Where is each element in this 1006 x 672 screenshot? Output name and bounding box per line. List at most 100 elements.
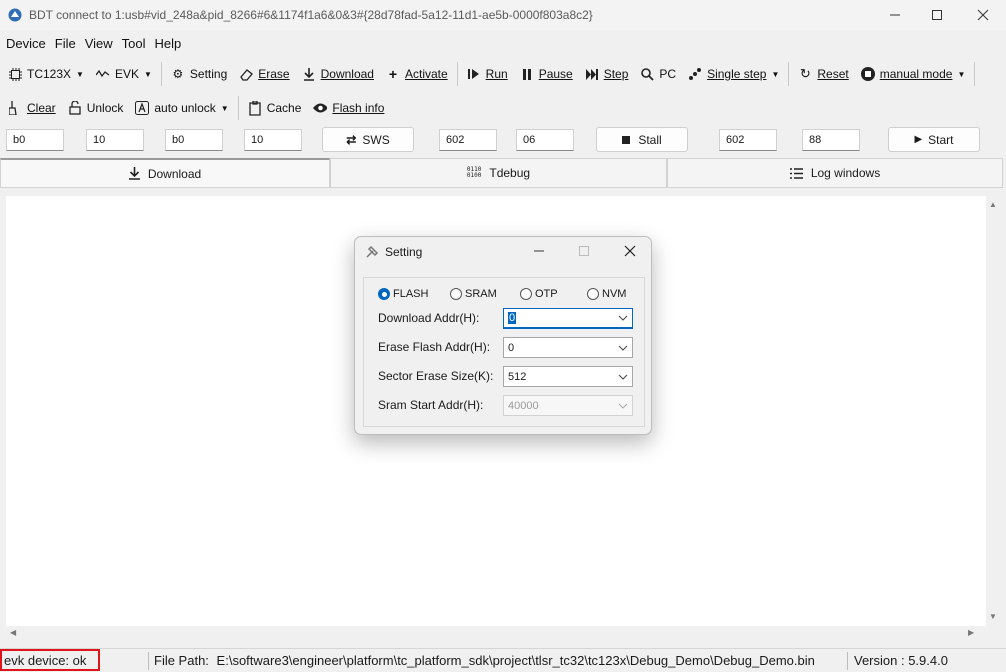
list-icon xyxy=(789,167,803,179)
param-field-4[interactable]: 10 xyxy=(244,129,302,151)
minimize-button[interactable] xyxy=(872,0,918,30)
tab-log-windows-label: Log windows xyxy=(810,166,881,180)
app-icon xyxy=(8,8,22,22)
chip-select[interactable]: TC123X ▼ xyxy=(2,61,90,87)
sector-size-label: Sector Erase Size(K): xyxy=(378,369,494,383)
title-bar: BDT connect to 1:usb#vid_248a&pid_8266#6… xyxy=(0,0,1006,30)
chip-label: TC123X xyxy=(27,67,72,81)
dialog-minimize-button[interactable] xyxy=(533,245,545,260)
erase-addr-combo[interactable]: 0 xyxy=(503,337,633,358)
activate-button[interactable]: + Activate xyxy=(380,61,454,87)
setting-button[interactable]: ⚙ Setting xyxy=(165,61,233,87)
sram-start-label: Sram Start Addr(H): xyxy=(378,398,484,412)
run-button[interactable]: Run xyxy=(461,61,514,87)
sector-size-value: 512 xyxy=(508,370,527,383)
sws-button[interactable]: ⇄ SWS xyxy=(322,127,414,152)
step-button[interactable]: Step xyxy=(579,61,635,87)
main-toolbar: TC123X ▼ EVK ▼ ⚙ Setting Erase Download + … xyxy=(0,60,1006,88)
secondary-toolbar: Clear Unlock auto unlock ▼ Cache Flash in… xyxy=(0,94,1006,122)
param-field-8[interactable]: 88 xyxy=(802,129,860,151)
download-button[interactable]: Download xyxy=(296,61,380,87)
unlock-icon xyxy=(68,101,82,115)
cache-label: Cache xyxy=(266,101,302,115)
download-icon xyxy=(128,167,140,180)
menu-device[interactable]: Device xyxy=(6,36,46,51)
download-addr-combo[interactable]: 0 xyxy=(503,308,633,329)
gear-icon: ⚙ xyxy=(172,67,184,81)
menu-view[interactable]: View xyxy=(85,36,113,51)
chevron-down-icon: ▼ xyxy=(771,69,780,79)
horizontal-scrollbar[interactable]: ◀ ▶ xyxy=(6,626,986,640)
clear-button[interactable]: Clear xyxy=(2,95,62,121)
maximize-button[interactable] xyxy=(914,0,960,30)
download-icon xyxy=(302,67,316,81)
close-icon xyxy=(977,9,989,21)
auto-unlock-icon xyxy=(135,101,150,115)
status-divider xyxy=(148,652,149,670)
single-step-select[interactable]: Single step ▼ xyxy=(682,61,785,87)
menu-tool[interactable]: Tool xyxy=(122,36,146,51)
menu-help[interactable]: Help xyxy=(155,36,182,51)
param-field-1[interactable]: b0 xyxy=(6,129,64,151)
cache-button[interactable]: Cache xyxy=(242,95,308,121)
auto-unlock-select[interactable]: auto unlock ▼ xyxy=(129,95,234,121)
toolbar-divider xyxy=(160,62,162,86)
tab-tdebug[interactable]: 0110 0100 Tdebug xyxy=(330,158,667,188)
scroll-down-icon: ▼ xyxy=(989,612,997,621)
sync-icon: ⇄ xyxy=(346,132,357,147)
activate-label: Activate xyxy=(404,67,448,81)
pause-button[interactable]: Pause xyxy=(514,61,579,87)
chevron-down-icon xyxy=(618,374,628,380)
start-button[interactable]: ▶ Start xyxy=(888,127,980,152)
run-label: Run xyxy=(485,67,508,81)
radio-indicator xyxy=(378,288,390,300)
radio-sram-label: SRAM xyxy=(465,288,497,300)
run-icon xyxy=(467,67,481,81)
chevron-down-icon: ▼ xyxy=(957,69,966,79)
radio-nvm[interactable]: NVM xyxy=(587,288,626,300)
dialog-body: FLASH SRAM OTP NVM Download Addr(H): 0 E… xyxy=(363,277,645,427)
param-field-6[interactable]: 06 xyxy=(516,129,574,151)
sector-size-combo[interactable]: 512 xyxy=(503,366,633,387)
param-field-3[interactable]: b0 xyxy=(165,129,223,151)
flash-info-button[interactable]: Flash info xyxy=(307,95,390,121)
board-select[interactable]: EVK ▼ xyxy=(90,61,158,87)
dialog-title-bar: Setting xyxy=(355,237,651,267)
settings-icon xyxy=(366,245,379,258)
vertical-scrollbar[interactable]: ▲ ▼ xyxy=(986,196,1000,626)
reset-button[interactable]: ↻ Reset xyxy=(792,61,854,87)
sws-label: SWS xyxy=(362,132,390,147)
stall-label: Stall xyxy=(638,132,662,147)
download-addr-label: Download Addr(H): xyxy=(378,311,480,325)
radio-flash[interactable]: FLASH xyxy=(378,288,428,300)
chevron-down-icon xyxy=(618,315,628,321)
radio-otp[interactable]: OTP xyxy=(520,288,558,300)
flash-info-label: Flash info xyxy=(332,101,385,115)
unlock-button[interactable]: Unlock xyxy=(62,95,130,121)
param-field-2[interactable]: 10 xyxy=(86,129,144,151)
dialog-maximize-button xyxy=(578,245,590,260)
pc-label: PC xyxy=(659,67,677,81)
stall-button[interactable]: Stall xyxy=(596,127,688,152)
tab-download[interactable]: Download xyxy=(0,158,330,188)
param-field-5[interactable]: 602 xyxy=(439,129,497,151)
file-path-section: File Path: E:\software3\engineer\platfor… xyxy=(154,653,815,668)
chevron-down-icon xyxy=(618,403,628,409)
param-field-7[interactable]: 602 xyxy=(719,129,777,151)
radio-sram[interactable]: SRAM xyxy=(450,288,497,300)
dialog-close-button[interactable] xyxy=(624,245,636,260)
chevron-down-icon: ▼ xyxy=(220,103,229,113)
close-button[interactable] xyxy=(960,0,1006,30)
tab-log-windows[interactable]: Log windows xyxy=(667,158,1003,188)
chevron-down-icon xyxy=(618,345,628,351)
clipboard-icon xyxy=(248,100,262,116)
pc-button[interactable]: PC xyxy=(634,61,682,87)
manual-mode-select[interactable]: manual mode ▼ xyxy=(855,61,972,87)
chevron-down-icon: ▼ xyxy=(143,69,152,79)
menu-file[interactable]: File xyxy=(55,36,76,51)
play-icon: ▶ xyxy=(914,134,923,145)
broom-icon xyxy=(8,101,22,115)
step-label: Step xyxy=(603,67,629,81)
erase-button[interactable]: Erase xyxy=(233,61,295,87)
radio-flash-label: FLASH xyxy=(393,288,429,300)
